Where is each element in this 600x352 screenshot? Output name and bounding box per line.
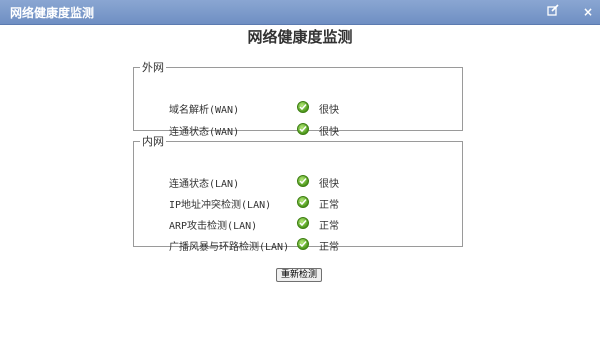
check-ok-icon xyxy=(297,196,309,208)
check-ok-icon xyxy=(297,217,309,229)
check-label: 广播风暴与环路检测(LAN) xyxy=(169,242,290,253)
edit-icon[interactable] xyxy=(545,4,561,20)
wan-legend: 外网 xyxy=(142,61,164,74)
check-status: 正常 xyxy=(319,221,339,232)
check-ok-icon xyxy=(297,175,309,187)
page-title: 网络健康度监测 xyxy=(247,28,353,46)
close-icon[interactable]: × xyxy=(580,4,596,20)
lan-row-arp: ARP攻击检测(LAN) 正常 xyxy=(134,213,462,233)
lan-group: 内网 连通状态(LAN) 很快 IP地址冲突检测(LAN) 正常 ARP攻击检测… xyxy=(133,133,463,253)
check-status: 很快 xyxy=(319,105,339,116)
check-status: 正常 xyxy=(319,200,339,211)
lan-row-broadcast: 广播风暴与环路检测(LAN) 正常 xyxy=(134,234,462,254)
check-ok-icon xyxy=(297,238,309,250)
window-titlebar: 网络健康度监测 × xyxy=(0,0,600,25)
check-label: 域名解析(WAN) xyxy=(169,105,240,116)
lan-row-ip-conflict: IP地址冲突检测(LAN) 正常 xyxy=(134,192,462,212)
lan-row-connectivity: 连通状态(LAN) 很快 xyxy=(134,171,462,191)
check-status: 正常 xyxy=(319,242,339,253)
window-title: 网络健康度监测 xyxy=(10,6,95,20)
check-label: 连通状态(LAN) xyxy=(169,179,240,190)
recheck-button[interactable]: 重新检测 xyxy=(276,268,322,282)
check-status: 很快 xyxy=(319,179,339,190)
lan-legend: 内网 xyxy=(142,135,164,148)
check-label: IP地址冲突检测(LAN) xyxy=(169,200,272,211)
check-label: ARP攻击检测(LAN) xyxy=(169,221,258,232)
wan-group: 外网 域名解析(WAN) 很快 连通状态(WAN) 很快 xyxy=(133,59,463,138)
wan-row-dns: 域名解析(WAN) 很快 xyxy=(134,97,462,117)
check-ok-icon xyxy=(297,101,309,113)
